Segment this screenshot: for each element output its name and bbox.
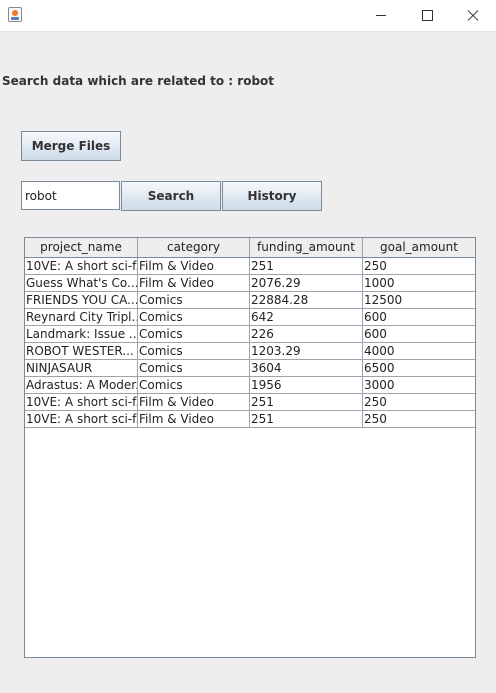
cell-category[interactable]: Comics <box>138 292 250 308</box>
search-button[interactable]: Search <box>121 181 221 211</box>
cell-category[interactable]: Film & Video <box>138 394 250 410</box>
column-header-funding-amount[interactable]: funding_amount <box>250 238 363 257</box>
cell-goal-amount[interactable]: 1000 <box>363 275 475 291</box>
title-bar <box>0 0 496 32</box>
cell-category[interactable]: Film & Video <box>138 275 250 291</box>
cell-project-name[interactable]: Adrastus: A Moder... <box>25 377 138 393</box>
table-row[interactable]: Guess What's Co... Film & Video 2076.29 … <box>25 275 475 292</box>
cell-project-name[interactable]: 10VE: A short sci-f... <box>25 394 138 410</box>
cell-goal-amount[interactable]: 6500 <box>363 360 475 376</box>
cell-funding-amount[interactable]: 251 <box>250 394 363 410</box>
cell-category[interactable]: Comics <box>138 326 250 342</box>
cell-funding-amount[interactable]: 226 <box>250 326 363 342</box>
cell-goal-amount[interactable]: 3000 <box>363 377 475 393</box>
cell-goal-amount[interactable]: 12500 <box>363 292 475 308</box>
cell-category[interactable]: Comics <box>138 360 250 376</box>
cell-funding-amount[interactable]: 22884.28 <box>250 292 363 308</box>
table-row[interactable]: NINJASAUR Comics 3604 6500 <box>25 360 475 377</box>
cell-goal-amount[interactable]: 600 <box>363 326 475 342</box>
cell-funding-amount[interactable]: 251 <box>250 411 363 427</box>
cell-project-name[interactable]: ROBOT WESTER... <box>25 343 138 359</box>
cell-goal-amount[interactable]: 250 <box>363 258 475 274</box>
cell-funding-amount[interactable]: 642 <box>250 309 363 325</box>
cell-project-name[interactable]: FRIENDS YOU CA... <box>25 292 138 308</box>
column-header-project-name[interactable]: project_name <box>25 238 138 257</box>
table-row[interactable]: 10VE: A short sci-f... Film & Video 251 … <box>25 394 475 411</box>
history-button[interactable]: History <box>222 181 322 211</box>
table-row[interactable]: Adrastus: A Moder... Comics 1956 3000 <box>25 377 475 394</box>
table-row[interactable]: 10VE: A short sci-f... Film & Video 251 … <box>25 411 475 428</box>
cell-funding-amount[interactable]: 1956 <box>250 377 363 393</box>
close-button[interactable] <box>450 0 496 31</box>
cell-funding-amount[interactable]: 3604 <box>250 360 363 376</box>
column-header-category[interactable]: category <box>138 238 250 257</box>
cell-funding-amount[interactable]: 251 <box>250 258 363 274</box>
cell-project-name[interactable]: NINJASAUR <box>25 360 138 376</box>
results-table[interactable]: project_name category funding_amount goa… <box>24 237 476 658</box>
cell-goal-amount[interactable]: 250 <box>363 411 475 427</box>
table-row[interactable]: ROBOT WESTER... Comics 1203.29 4000 <box>25 343 475 360</box>
cell-funding-amount[interactable]: 1203.29 <box>250 343 363 359</box>
cell-goal-amount[interactable]: 4000 <box>363 343 475 359</box>
table-row[interactable]: Landmark: Issue ... Comics 226 600 <box>25 326 475 343</box>
cell-category[interactable]: Comics <box>138 377 250 393</box>
cell-category[interactable]: Film & Video <box>138 411 250 427</box>
cell-project-name[interactable]: 10VE: A short sci-f... <box>25 411 138 427</box>
table-row[interactable]: 10VE: A short sci-f... Film & Video 251 … <box>25 258 475 275</box>
table-row[interactable]: Reynard City Tripl... Comics 642 600 <box>25 309 475 326</box>
search-input[interactable] <box>21 181 120 210</box>
cell-project-name[interactable]: Reynard City Tripl... <box>25 309 138 325</box>
column-header-goal-amount[interactable]: goal_amount <box>363 238 475 257</box>
cell-category[interactable]: Film & Video <box>138 258 250 274</box>
java-icon <box>8 7 22 22</box>
maximize-button[interactable] <box>404 0 450 31</box>
cell-project-name[interactable]: Guess What's Co... <box>25 275 138 291</box>
search-info-label: Search data which are related to : robot <box>2 74 275 88</box>
minimize-button[interactable] <box>358 0 404 31</box>
cell-goal-amount[interactable]: 250 <box>363 394 475 410</box>
cell-category[interactable]: Comics <box>138 343 250 359</box>
cell-project-name[interactable]: Landmark: Issue ... <box>25 326 138 342</box>
table-row[interactable]: FRIENDS YOU CA... Comics 22884.28 12500 <box>25 292 475 309</box>
merge-files-button[interactable]: Merge Files <box>21 131 121 161</box>
cell-funding-amount[interactable]: 2076.29 <box>250 275 363 291</box>
table-header: project_name category funding_amount goa… <box>25 238 475 258</box>
cell-project-name[interactable]: 10VE: A short sci-f... <box>25 258 138 274</box>
cell-goal-amount[interactable]: 600 <box>363 309 475 325</box>
cell-category[interactable]: Comics <box>138 309 250 325</box>
